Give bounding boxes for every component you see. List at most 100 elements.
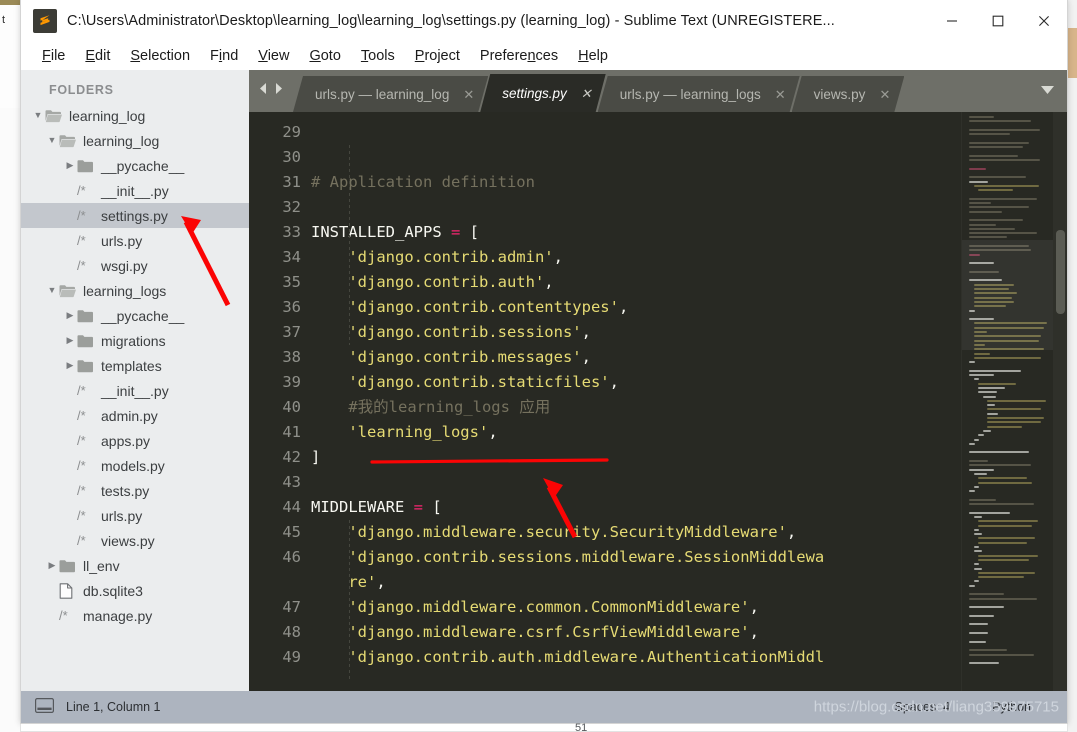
code-line[interactable]: 'django.middleware.common.CommonMiddlewa… — [311, 595, 961, 620]
disclosure-triangle-down-icon[interactable]: ▼ — [45, 286, 59, 295]
code-line[interactable]: 'django.middleware.security.SecurityMidd… — [311, 520, 961, 545]
line-number: 45 — [282, 523, 301, 541]
code-line[interactable]: 'learning_logs', — [311, 420, 961, 445]
tab-settings-py-1[interactable]: settings.py ✕ — [480, 74, 605, 112]
sidebar-item-init-py[interactable]: ▶/*__init__.py — [21, 378, 249, 403]
line-number: 41 — [282, 423, 301, 441]
code-line[interactable]: 'django.contrib.admin', — [311, 245, 961, 270]
sidebar-item-models-py[interactable]: ▶/*models.py — [21, 453, 249, 478]
menu-find[interactable]: Find — [201, 46, 247, 66]
code-line[interactable]: 'django.contrib.auth.middleware.Authenti… — [311, 645, 961, 670]
tab-urls-py-2[interactable]: urls.py — learning_logs ✕ — [598, 76, 800, 112]
code-line[interactable]: # Application definition — [311, 170, 961, 195]
tab-nav-arrows[interactable] — [249, 70, 293, 112]
code-line[interactable] — [311, 470, 961, 495]
code-line[interactable] — [311, 195, 961, 220]
minimap-line — [969, 584, 975, 587]
indent-setting[interactable]: Spaces: 4 — [894, 700, 950, 714]
sidebar-item-pycache[interactable]: ▶ __pycache__ — [21, 303, 249, 328]
disclosure-triangle-right-icon[interactable]: ▶ — [63, 311, 77, 320]
code-line[interactable]: MIDDLEWARE = [ — [311, 495, 961, 520]
menu-preferences[interactable]: Preferences — [471, 46, 567, 66]
minimap-line — [978, 554, 1038, 557]
disclosure-triangle-right-icon[interactable]: ▶ — [63, 361, 77, 370]
menu-view[interactable]: View — [249, 46, 298, 66]
menu-project[interactable]: Project — [406, 46, 469, 66]
menu-goto[interactable]: Goto — [300, 46, 349, 66]
code-line[interactable]: 'django.middleware.csrf.CsrfViewMiddlewa… — [311, 620, 961, 645]
python-file-icon: /* — [77, 258, 86, 273]
sidebar-file-tree[interactable]: FOLDERS ▼ learning_log ▼ learning_log ▶ __pyc… — [21, 70, 249, 691]
code-line[interactable]: ] — [311, 445, 961, 470]
disclosure-triangle-right-icon[interactable]: ▶ — [63, 161, 77, 170]
code-line[interactable]: 'django.contrib.sessions', — [311, 320, 961, 345]
tab-close-icon[interactable]: ✕ — [581, 87, 592, 100]
sidebar-item-learning-log[interactable]: ▼ learning_log — [21, 103, 249, 128]
sidebar-item-wsgi-py[interactable]: ▶/*wsgi.py — [21, 253, 249, 278]
close-button[interactable] — [1021, 0, 1067, 42]
minimize-button[interactable] — [929, 0, 975, 42]
sidebar-item-apps-py[interactable]: ▶/*apps.py — [21, 428, 249, 453]
tab-urls-py-0[interactable]: urls.py — learning_log ✕ — [293, 76, 488, 112]
sidebar-item-learning-logs[interactable]: ▼ learning_logs — [21, 278, 249, 303]
chevron-left-icon[interactable] — [258, 82, 269, 100]
code-line[interactable]: 'django.contrib.staticfiles', — [311, 370, 961, 395]
vertical-scrollbar[interactable] — [1053, 112, 1067, 691]
sidebar-item-db-sqlite3[interactable]: ▶db.sqlite3 — [21, 578, 249, 603]
disclosure-triangle-right-icon[interactable]: ▶ — [45, 561, 59, 570]
disclosure-triangle-right-icon[interactable]: ▶ — [63, 336, 77, 345]
sidebar-item-views-py[interactable]: ▶/*views.py — [21, 528, 249, 553]
code-line[interactable]: 'django.contrib.messages', — [311, 345, 961, 370]
code-line[interactable] — [311, 145, 961, 170]
folder-closed-icon — [77, 359, 99, 373]
sidebar-item-tests-py[interactable]: ▶/*tests.py — [21, 478, 249, 503]
code-token-punc: , — [544, 273, 554, 291]
code-line[interactable]: 'django.contrib.contenttypes', — [311, 295, 961, 320]
maximize-button[interactable] — [975, 0, 1021, 42]
code-content[interactable]: # Application definition INSTALLED_APPS … — [311, 112, 961, 691]
sidebar-item-settings-py[interactable]: ▶/*settings.py — [21, 203, 249, 228]
code-token-punc: ] — [311, 448, 321, 466]
disclosure-triangle-down-icon[interactable]: ▼ — [31, 111, 45, 120]
code-line[interactable]: #我的learning_logs 应用 — [311, 395, 961, 420]
code-line[interactable]: INSTALLED_APPS = [ — [311, 220, 961, 245]
sidebar-item-urls-py[interactable]: ▶/*urls.py — [21, 228, 249, 253]
sidebar-item-ll-env[interactable]: ▶ ll_env — [21, 553, 249, 578]
minimap-line — [969, 442, 975, 445]
menu-selection[interactable]: Selection — [121, 46, 199, 66]
minimap-line — [978, 541, 1027, 544]
minimap-line — [973, 485, 980, 488]
minimap[interactable] — [961, 112, 1053, 691]
sidebar-item-admin-py[interactable]: ▶/*admin.py — [21, 403, 249, 428]
syntax-mode[interactable]: Python — [992, 700, 1031, 714]
code-line[interactable]: 'django.contrib.sessions.middleware.Sess… — [311, 545, 961, 570]
tab-views-py-3[interactable]: views.py ✕ — [792, 76, 905, 112]
disclosure-triangle-down-icon[interactable]: ▼ — [45, 136, 59, 145]
code-line[interactable]: 'django.contrib.auth', — [311, 270, 961, 295]
sidebar-item-urls-py[interactable]: ▶/*urls.py — [21, 503, 249, 528]
code-line[interactable] — [311, 120, 961, 145]
menu-edit[interactable]: Edit — [76, 46, 119, 66]
sidebar-item-templates[interactable]: ▶ templates — [21, 353, 249, 378]
sidebar-item-migrations[interactable]: ▶ migrations — [21, 328, 249, 353]
sidebar-item-init-py[interactable]: ▶/*__init__.py — [21, 178, 249, 203]
tab-close-icon[interactable]: ✕ — [879, 88, 890, 101]
sidebar-item-pycache[interactable]: ▶ __pycache__ — [21, 153, 249, 178]
minimap-line — [969, 176, 1027, 179]
minimap-viewport[interactable] — [962, 240, 1053, 350]
editor-column: urls.py — learning_log ✕ settings.py ✕ urls.… — [249, 70, 1067, 691]
tab-overflow-menu-button[interactable] — [1027, 70, 1067, 112]
menu-help[interactable]: Help — [569, 46, 617, 66]
pane-layout-icon[interactable] — [35, 698, 54, 716]
menu-tools[interactable]: Tools — [352, 46, 404, 66]
scrollbar-thumb[interactable] — [1056, 230, 1065, 314]
chevron-right-icon[interactable] — [273, 82, 284, 100]
line-number: 33 — [282, 223, 301, 241]
menu-file[interactable]: File — [33, 46, 74, 66]
code-line[interactable]: re', — [311, 570, 961, 595]
sidebar-item-learning-log[interactable]: ▼ learning_log — [21, 128, 249, 153]
sidebar-item-manage-py[interactable]: ▶/*manage.py — [21, 603, 249, 628]
tab-close-icon[interactable]: ✕ — [775, 88, 786, 101]
tab-close-icon[interactable]: ✕ — [463, 88, 474, 101]
code-editor[interactable]: 29 30 31 32 33 34 35 36 37 38 39 40 41 42 43 44 45 46 47 48… — [249, 112, 1067, 691]
